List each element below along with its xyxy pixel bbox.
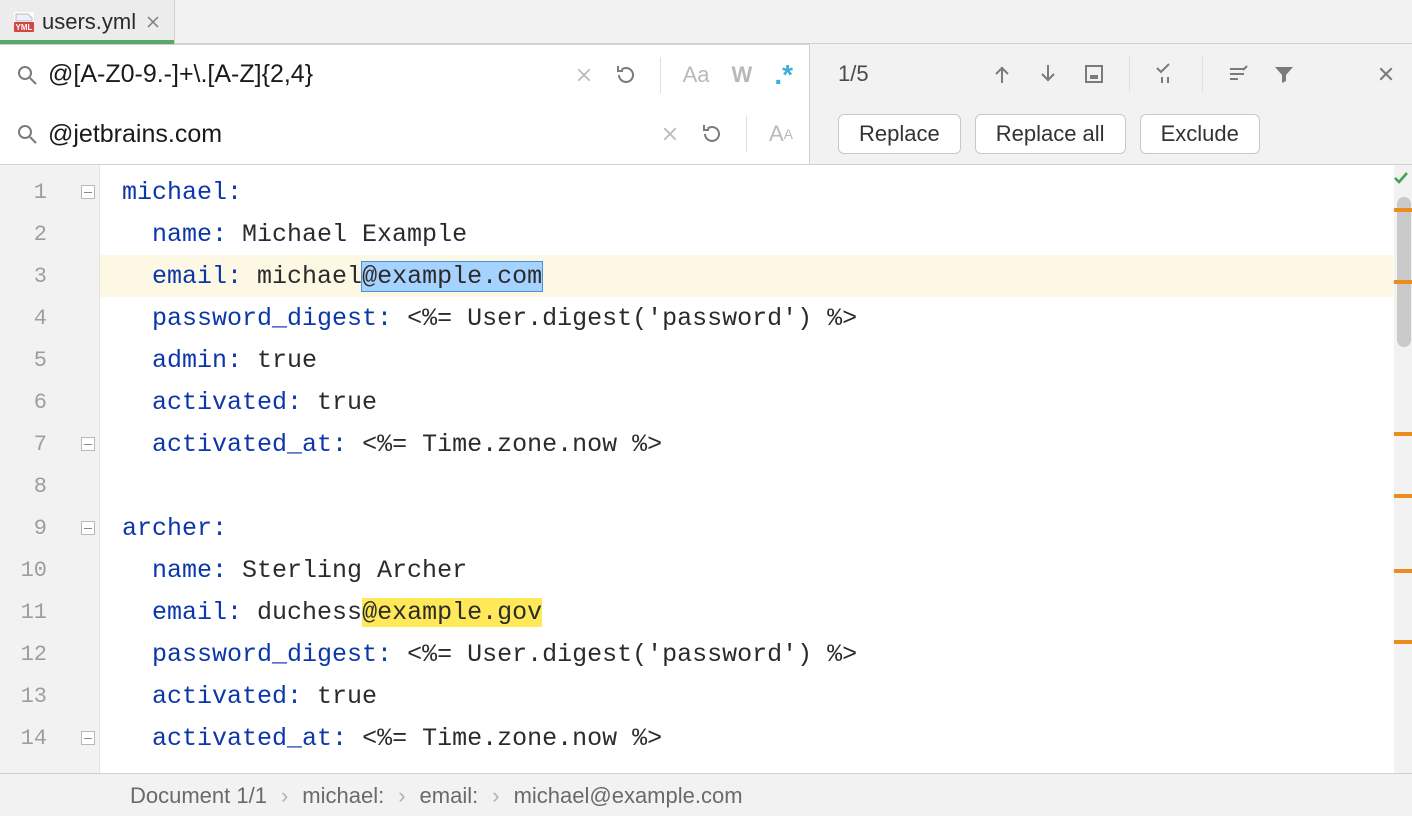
- tab-filename: users.yml: [42, 9, 136, 35]
- separator: [1202, 56, 1203, 92]
- line-number: 11: [0, 591, 99, 633]
- separator: [1129, 56, 1130, 92]
- line-number: 3: [0, 255, 99, 297]
- overview-mark[interactable]: [1394, 569, 1412, 573]
- code-line[interactable]: activated: true: [100, 675, 1412, 717]
- overview-mark[interactable]: [1394, 640, 1412, 644]
- scrollbar-thumb[interactable]: [1397, 197, 1411, 347]
- find-replace-toolbar: Aa W .* 1/5: [0, 44, 1412, 165]
- history-icon[interactable]: [614, 63, 638, 87]
- code-line[interactable]: email: duchess@example.gov: [100, 591, 1412, 633]
- open-in-find-window-icon[interactable]: [1227, 63, 1249, 85]
- code-line[interactable]: archer:: [100, 507, 1412, 549]
- overview-mark[interactable]: [1394, 280, 1412, 284]
- clear-replace-icon[interactable]: [662, 126, 678, 142]
- separator: [746, 116, 747, 152]
- select-all-occurrences-icon[interactable]: [1083, 63, 1105, 85]
- add-selection-icon[interactable]: [1154, 63, 1178, 85]
- breadcrumb-document[interactable]: Document 1/1: [130, 783, 267, 809]
- replace-input[interactable]: [36, 120, 646, 149]
- breadcrumb-bar: Document 1/1 › michael: › email: › micha…: [0, 773, 1412, 816]
- replace-field-wrap: AA: [0, 104, 810, 164]
- breadcrumb-item[interactable]: email:: [420, 783, 479, 809]
- line-number: 13: [0, 675, 99, 717]
- search-icon: [16, 64, 38, 86]
- code-editor[interactable]: 1234567891011121314 michael: name: Micha…: [0, 165, 1412, 773]
- fold-toggle-icon[interactable]: [81, 185, 95, 199]
- code-line[interactable]: name: Sterling Archer: [100, 549, 1412, 591]
- clear-search-icon[interactable]: [576, 67, 592, 83]
- code-line[interactable]: [100, 465, 1412, 507]
- line-number: 1: [0, 171, 99, 213]
- match-case-toggle[interactable]: Aa: [683, 62, 710, 88]
- search-field-wrap: Aa W .*: [0, 44, 810, 104]
- line-number: 4: [0, 297, 99, 339]
- overview-mark[interactable]: [1394, 208, 1412, 212]
- fold-toggle-icon[interactable]: [81, 437, 95, 451]
- preserve-case-toggle[interactable]: AA: [769, 121, 793, 147]
- svg-text:YML: YML: [16, 23, 33, 32]
- file-tab[interactable]: YML users.yml: [0, 0, 175, 43]
- match-counter: 1/5: [838, 61, 908, 87]
- fold-toggle-icon[interactable]: [81, 731, 95, 745]
- search-input[interactable]: [36, 60, 560, 89]
- separator: [660, 57, 661, 93]
- gutter: 1234567891011121314: [0, 165, 100, 773]
- whole-words-toggle[interactable]: W: [732, 62, 753, 88]
- overview-strip[interactable]: [1394, 165, 1412, 773]
- chevron-right-icon: ›: [398, 783, 405, 809]
- next-match-icon[interactable]: [1037, 63, 1059, 85]
- replace-all-button[interactable]: Replace all: [975, 114, 1126, 154]
- inspection-ok-icon: [1392, 169, 1410, 187]
- replace-history-icon[interactable]: [700, 122, 724, 146]
- line-number: 9: [0, 507, 99, 549]
- line-number: 6: [0, 381, 99, 423]
- line-number: 7: [0, 423, 99, 465]
- chevron-right-icon: ›: [492, 783, 499, 809]
- code-line[interactable]: michael:: [100, 171, 1412, 213]
- overview-mark[interactable]: [1394, 494, 1412, 498]
- fold-toggle-icon[interactable]: [81, 521, 95, 535]
- code-line[interactable]: password_digest: <%= User.digest('passwo…: [100, 633, 1412, 675]
- line-number: 14: [0, 717, 99, 759]
- line-number: 5: [0, 339, 99, 381]
- code-line[interactable]: name: Michael Example: [100, 213, 1412, 255]
- line-number: 8: [0, 465, 99, 507]
- breadcrumb-item[interactable]: michael@example.com: [514, 783, 743, 809]
- search-match: @example.gov: [362, 598, 542, 627]
- replace-button[interactable]: Replace: [838, 114, 961, 154]
- code-line[interactable]: activated_at: <%= Time.zone.now %>: [100, 717, 1412, 759]
- code-line[interactable]: activated_at: <%= Time.zone.now %>: [100, 423, 1412, 465]
- exclude-button[interactable]: Exclude: [1140, 114, 1260, 154]
- breadcrumb-item[interactable]: michael:: [302, 783, 384, 809]
- line-number: 12: [0, 633, 99, 675]
- replace-buttons-panel: Replace Replace all Exclude: [810, 114, 1412, 154]
- line-number: 2: [0, 213, 99, 255]
- prev-match-icon[interactable]: [991, 63, 1013, 85]
- code-line[interactable]: admin: true: [100, 339, 1412, 381]
- yml-file-icon: YML: [14, 12, 34, 32]
- search-right-panel: 1/5: [810, 56, 1412, 92]
- line-number: 10: [0, 549, 99, 591]
- close-search-icon[interactable]: [1378, 66, 1394, 82]
- replace-icon: [16, 123, 38, 145]
- overview-mark[interactable]: [1394, 432, 1412, 436]
- tab-bar: YML users.yml: [0, 0, 1412, 44]
- code-line[interactable]: password_digest: <%= User.digest('passwo…: [100, 297, 1412, 339]
- close-tab-icon[interactable]: [146, 15, 160, 29]
- code-area[interactable]: michael: name: Michael Example email: mi…: [100, 165, 1412, 773]
- code-line[interactable]: activated: true: [100, 381, 1412, 423]
- chevron-right-icon: ›: [281, 783, 288, 809]
- code-line[interactable]: email: michael@example.com: [100, 255, 1412, 297]
- search-match: @example.com: [362, 262, 542, 291]
- filter-icon[interactable]: [1273, 63, 1295, 85]
